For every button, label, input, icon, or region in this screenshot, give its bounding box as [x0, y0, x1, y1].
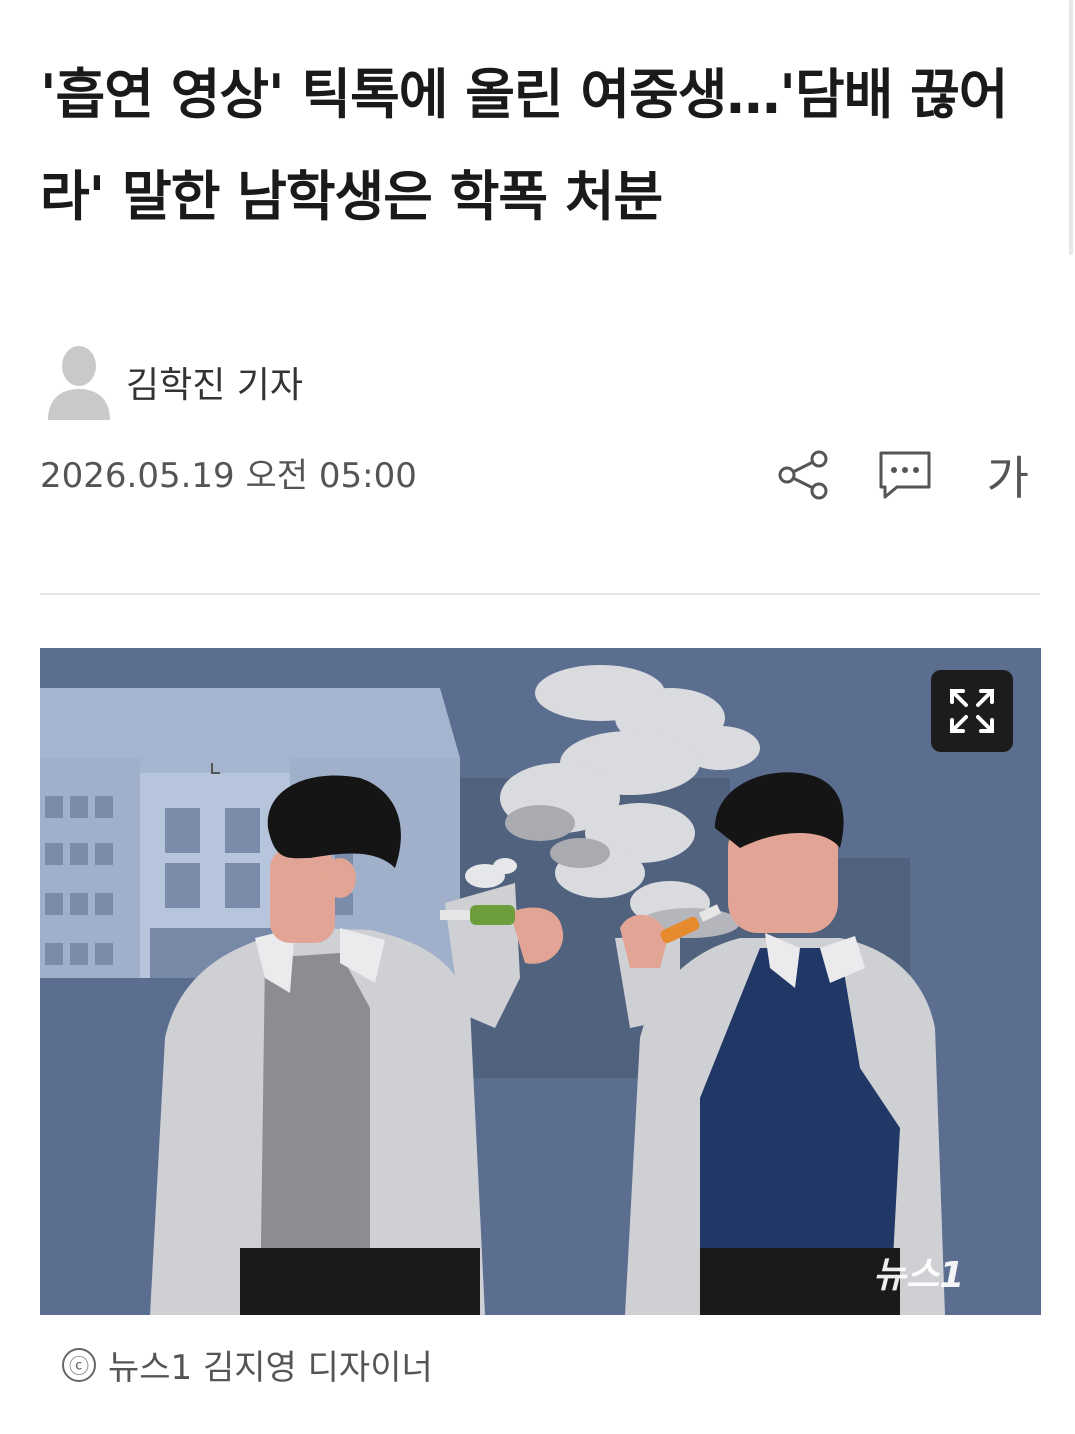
copyright-icon: ⓒ — [62, 1347, 96, 1382]
share-button[interactable] — [771, 440, 835, 510]
scrollbar[interactable] — [1069, 0, 1073, 255]
image-caption: ⓒ 뉴스1 김지영 디자이너 — [62, 1340, 433, 1389]
caption-text: 뉴스1 김지영 디자이너 — [108, 1348, 433, 1388]
comment-button[interactable] — [873, 440, 937, 510]
expand-icon — [950, 689, 994, 733]
section-divider — [40, 593, 1040, 595]
share-icon — [778, 450, 828, 500]
article-illustration[interactable]: 뉴스1 — [40, 648, 1041, 1315]
illustration-smoking-students — [40, 648, 1041, 1315]
article-actions: 가 — [771, 440, 1029, 510]
reporter-avatar-icon — [48, 346, 110, 420]
font-size-button[interactable]: 가 — [987, 440, 1029, 510]
publish-datetime: 2026.05.19 오전 05:00 — [40, 456, 417, 496]
expand-button[interactable] — [931, 670, 1013, 752]
comment-icon — [879, 451, 931, 499]
svg-text:뉴스1: 뉴스1 — [873, 1255, 964, 1296]
article-headline: '흡연 영상' 틱톡에 올린 여중생…'담배 끊어라' 말한 남학생은 학폭 처… — [40, 63, 1008, 228]
byline: 김학진 기자 — [46, 344, 303, 420]
reporter-name[interactable]: 김학진 기자 — [126, 356, 303, 408]
news1-watermark-logo: 뉴스1 — [873, 1255, 964, 1296]
